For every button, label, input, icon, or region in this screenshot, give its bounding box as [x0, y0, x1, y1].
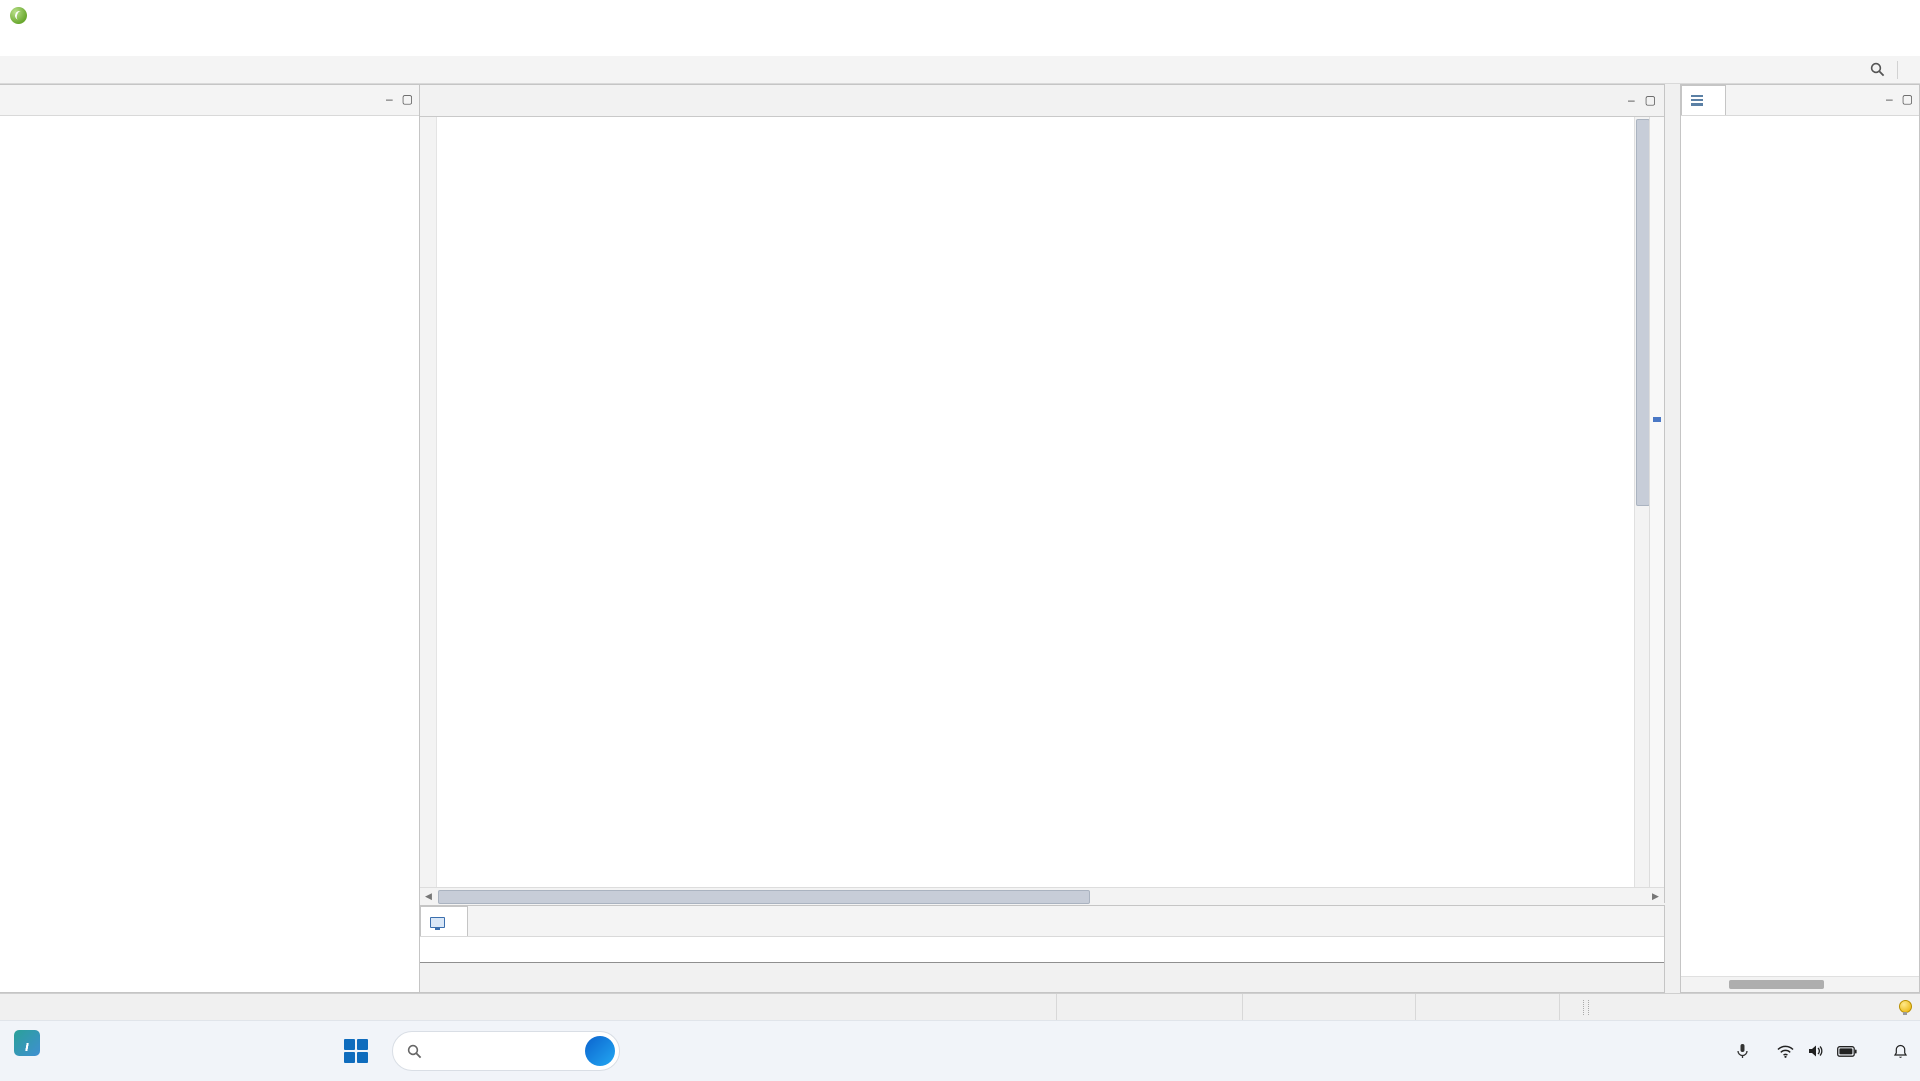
- microphone-icon[interactable]: [1736, 1043, 1749, 1059]
- outline-icon: [1691, 95, 1703, 106]
- editor-area: – ▢ ◀ ▶: [420, 84, 1665, 905]
- minimize-icon[interactable]: –: [1628, 93, 1635, 107]
- stock-widget-icon: [14, 1030, 40, 1056]
- console-panel: [420, 905, 1665, 993]
- toolbar-right-icons: [1870, 60, 1920, 79]
- status-cursor-position: [1415, 994, 1560, 1021]
- main-toolbar: [0, 56, 1920, 84]
- console-message: [420, 937, 1664, 963]
- tab-overflow-indicator[interactable]: [420, 85, 432, 116]
- overview-marker: [1653, 417, 1661, 422]
- minimize-icon[interactable]: –: [1886, 92, 1893, 106]
- tab-console[interactable]: [420, 906, 468, 936]
- maximize-icon[interactable]: ▢: [1645, 93, 1656, 107]
- notification-bell-icon[interactable]: [1893, 1044, 1908, 1059]
- system-tray: [1717, 1021, 1920, 1081]
- editor-tab-bar: – ▢: [420, 85, 1664, 117]
- outline-horizontal-scrollbar[interactable]: [1681, 976, 1919, 992]
- wifi-icon[interactable]: [1777, 1045, 1794, 1058]
- taskbar: [0, 1020, 1920, 1081]
- editor-minmax: – ▢: [1628, 93, 1656, 107]
- outline-header: – ▢: [1681, 85, 1919, 116]
- status-bar: [0, 993, 1920, 1021]
- tab-outline[interactable]: [1681, 85, 1726, 115]
- console-header: [420, 906, 1664, 937]
- maximize-icon[interactable]: ▢: [402, 92, 413, 106]
- console-icon: [430, 916, 445, 930]
- scroll-left-icon[interactable]: ◀: [420, 891, 437, 902]
- annotation-ruler: [420, 117, 437, 887]
- sts-logo-icon: [10, 6, 27, 24]
- code-editor[interactable]: [420, 117, 1664, 887]
- package-explorer-panel: – ▢: [0, 84, 420, 993]
- minimize-icon[interactable]: –: [386, 92, 393, 106]
- scrollbar-thumb[interactable]: [1636, 119, 1650, 506]
- overview-ruler: [1649, 117, 1664, 887]
- title-bar: [0, 0, 1920, 31]
- panel-minmax: – ▢: [386, 92, 413, 106]
- start-button[interactable]: [344, 1039, 368, 1063]
- maximize-icon[interactable]: ▢: [1902, 92, 1913, 106]
- taskbar-search[interactable]: [392, 1031, 620, 1071]
- divider: [1897, 60, 1898, 79]
- panel-minmax: – ▢: [1886, 92, 1913, 106]
- outline-panel: – ▢: [1680, 84, 1920, 993]
- editor-vertical-scrollbar[interactable]: [1634, 117, 1650, 887]
- status-grip: [1583, 1000, 1589, 1015]
- widgets-button[interactable]: [14, 1030, 48, 1056]
- search-icon[interactable]: [1870, 62, 1885, 77]
- lightbulb-icon[interactable]: [1899, 1000, 1912, 1015]
- menu-bar: [0, 30, 1920, 56]
- scrollbar-thumb[interactable]: [1729, 980, 1824, 989]
- speaker-icon[interactable]: [1808, 1044, 1823, 1058]
- search-icon: [407, 1044, 422, 1058]
- bing-icon[interactable]: [585, 1036, 615, 1066]
- status-insert-mode: [1242, 994, 1415, 1021]
- status-writable: [1056, 994, 1242, 1021]
- package-explorer-toolbar: [0, 116, 419, 140]
- package-explorer-header: – ▢: [0, 85, 419, 116]
- battery-icon[interactable]: [1837, 1045, 1857, 1057]
- console-empty-area: [420, 963, 1664, 992]
- scroll-right-icon[interactable]: ▶: [1647, 891, 1664, 902]
- scrollbar-thumb[interactable]: [438, 890, 1090, 904]
- outline-toolbar: [1681, 116, 1919, 140]
- editor-horizontal-scrollbar[interactable]: ◀ ▶: [420, 887, 1664, 905]
